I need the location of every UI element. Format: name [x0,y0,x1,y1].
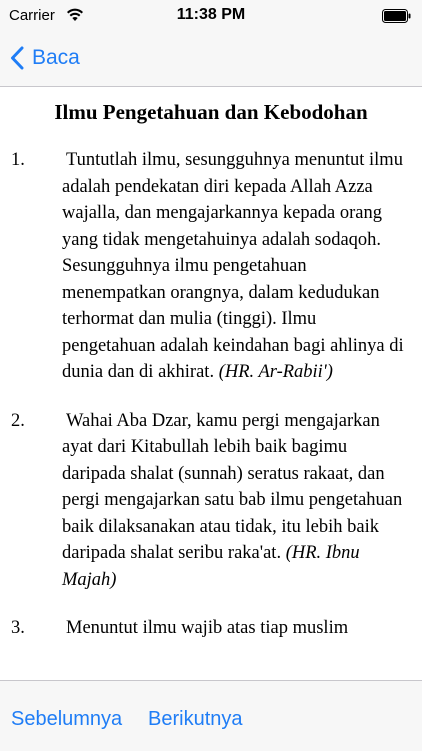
battery-icon [382,9,411,23]
article-title: Ilmu Pengetahuan dan Kebodohan [54,100,368,124]
back-chevron-icon [11,46,24,70]
item-body: Wahai Aba Dzar, kamu pergi mengajarkan a… [62,410,403,564]
previous-button[interactable]: Sebelumnya [11,708,122,731]
item-text: Tuntutlah ilmu, sesungguhnya menuntut il… [62,147,404,386]
item-number: 3. [11,618,25,638]
item-number: 2. [11,410,25,431]
back-button[interactable]: Baca [10,41,80,75]
list-item: 1. Tuntutlah ilmu, sesungguhnya menuntut… [0,147,422,386]
item-text: Wahai Aba Dzar, kamu pergi mengajarkan a… [62,408,404,594]
item-number: 1. [11,150,25,170]
article-list: 1. Tuntutlah ilmu, sesungguhnya menuntut… [0,147,422,642]
status-bar: Carrier 11:38 PM [0,0,422,32]
list-item: 3. Menuntut ilmu wajib atas tiap muslim [0,615,422,642]
item-body: Tuntutlah ilmu, sesungguhnya menuntut il… [62,150,404,382]
list-item: 2. Wahai Aba Dzar, kamu pergi mengajarka… [0,408,422,594]
item-body: Menuntut ilmu wajib atas tiap muslim [66,618,349,638]
back-label: Baca [32,46,80,69]
article-content[interactable]: Ilmu Pengetahuan dan Kebodohan 1. Tuntut… [0,87,422,680]
clock: 11:38 PM [176,6,246,23]
bottom-toolbar: Sebelumnya Berikutnya [0,680,422,751]
item-text: Menuntut ilmu wajib atas tiap muslim [62,615,404,642]
navigation-bar: Baca [0,32,422,87]
item-citation: (HR. Ar-Rabii') [218,362,333,382]
next-button[interactable]: Berikutnya [148,708,243,731]
